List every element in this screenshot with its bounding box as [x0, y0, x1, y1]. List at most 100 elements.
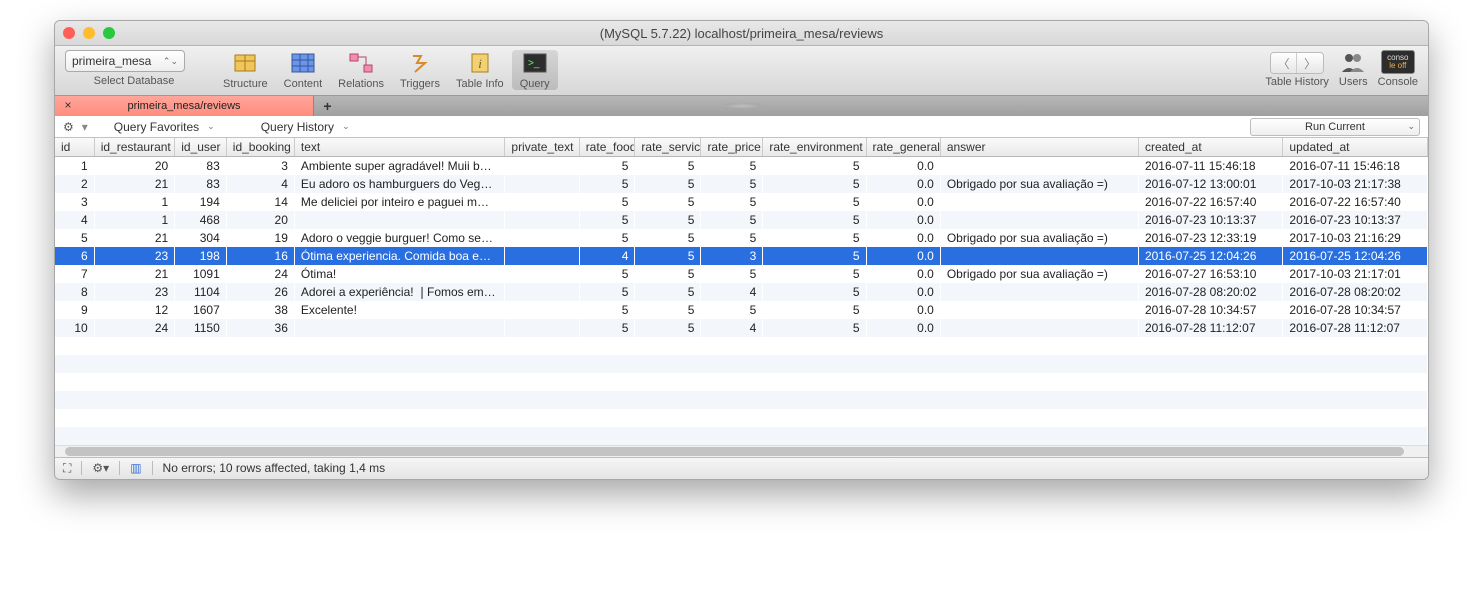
cell[interactable]: 4: [701, 283, 763, 301]
cell[interactable]: 20: [226, 211, 294, 229]
cell[interactable]: 21: [94, 175, 174, 193]
cell[interactable]: 5: [701, 175, 763, 193]
table-row[interactable]: 120833Ambiente super agradável! Muii b…5…: [55, 157, 1428, 175]
horizontal-scrollbar[interactable]: [55, 445, 1428, 457]
minimize-icon[interactable]: [83, 27, 95, 39]
cell[interactable]: 9: [55, 301, 94, 319]
cell[interactable]: 16: [226, 247, 294, 265]
cell[interactable]: 0.0: [866, 211, 940, 229]
cell[interactable]: 83: [175, 157, 227, 175]
column-header[interactable]: rate_general: [866, 138, 940, 157]
column-header[interactable]: id_booking: [226, 138, 294, 157]
cell[interactable]: 2016-07-25 12:04:26: [1138, 247, 1282, 265]
cell[interactable]: 5: [579, 265, 635, 283]
cell[interactable]: 21: [94, 265, 174, 283]
table-row[interactable]: 414682055550.02016-07-23 10:13:372016-07…: [55, 211, 1428, 229]
cell[interactable]: 5: [635, 229, 701, 247]
table-history-nav[interactable]: 〈 〉: [1270, 52, 1324, 74]
cell[interactable]: 20: [94, 157, 174, 175]
cell[interactable]: Ótima!: [294, 265, 505, 283]
column-header[interactable]: rate_food: [579, 138, 635, 157]
cell[interactable]: 5: [763, 229, 866, 247]
cell[interactable]: [294, 319, 505, 337]
cell[interactable]: 2: [55, 175, 94, 193]
cell[interactable]: 5: [635, 157, 701, 175]
cell[interactable]: 5: [579, 319, 635, 337]
run-current-button[interactable]: Run Current ⌄: [1250, 118, 1420, 136]
cell[interactable]: 2017-10-03 21:16:29: [1283, 229, 1428, 247]
gear-icon[interactable]: ⚙︎: [63, 120, 74, 134]
cell[interactable]: 5: [579, 193, 635, 211]
add-tab-button[interactable]: +: [313, 96, 341, 116]
cell[interactable]: 2016-07-25 12:04:26: [1283, 247, 1428, 265]
structure-button[interactable]: Structure: [215, 50, 276, 90]
close-tab-icon[interactable]: ×: [61, 98, 75, 112]
users-icon[interactable]: [1339, 50, 1367, 74]
cell[interactable]: 2016-07-12 13:00:01: [1138, 175, 1282, 193]
column-header[interactable]: rate_service: [635, 138, 701, 157]
cell[interactable]: 4: [226, 175, 294, 193]
cell[interactable]: 2016-07-23 10:13:37: [1283, 211, 1428, 229]
cell[interactable]: [940, 319, 1138, 337]
cell[interactable]: 4: [55, 211, 94, 229]
cell[interactable]: 5: [579, 283, 635, 301]
table-row[interactable]: 912160738Excelente!55550.02016-07-28 10:…: [55, 301, 1428, 319]
cell[interactable]: 2016-07-11 15:46:18: [1283, 157, 1428, 175]
query-history-dropdown[interactable]: Query History ⌄: [261, 120, 350, 134]
cell[interactable]: 38: [226, 301, 294, 319]
cell[interactable]: 304: [175, 229, 227, 247]
cell[interactable]: [940, 301, 1138, 319]
cell[interactable]: [505, 229, 579, 247]
cell[interactable]: 5: [701, 265, 763, 283]
results-grid[interactable]: idid_restaurantid_userid_bookingtextpriv…: [55, 138, 1428, 445]
table-row[interactable]: 721109124Ótima!55550.0Obrigado por sua a…: [55, 265, 1428, 283]
table-row[interactable]: 52130419Adoro o veggie burguer! Como se……: [55, 229, 1428, 247]
cell[interactable]: 0.0: [866, 157, 940, 175]
cell[interactable]: 5: [579, 229, 635, 247]
cell[interactable]: [505, 157, 579, 175]
cell[interactable]: [505, 175, 579, 193]
cell[interactable]: 83: [175, 175, 227, 193]
cell[interactable]: [940, 211, 1138, 229]
cell[interactable]: 2017-10-03 21:17:01: [1283, 265, 1428, 283]
cell[interactable]: [505, 301, 579, 319]
column-header[interactable]: updated_at: [1283, 138, 1428, 157]
cell[interactable]: 1: [94, 211, 174, 229]
cell[interactable]: 2016-07-23 12:33:19: [1138, 229, 1282, 247]
cell[interactable]: 24: [226, 265, 294, 283]
cell[interactable]: 2016-07-22 16:57:40: [1283, 193, 1428, 211]
cell[interactable]: 2016-07-27 16:53:10: [1138, 265, 1282, 283]
cell[interactable]: 4: [579, 247, 635, 265]
column-header[interactable]: id: [55, 138, 94, 157]
cell[interactable]: 5: [763, 211, 866, 229]
cell[interactable]: 194: [175, 193, 227, 211]
console-toggle[interactable]: conso le off: [1381, 50, 1415, 74]
content-button[interactable]: Content: [276, 50, 331, 90]
cell[interactable]: 2016-07-11 15:46:18: [1138, 157, 1282, 175]
cell[interactable]: [940, 193, 1138, 211]
cell[interactable]: 1: [94, 193, 174, 211]
cell[interactable]: 1607: [175, 301, 227, 319]
cell[interactable]: 0.0: [866, 283, 940, 301]
table-row[interactable]: 102411503655450.02016-07-28 11:12:072016…: [55, 319, 1428, 337]
column-header[interactable]: id_restaurant: [94, 138, 174, 157]
cell[interactable]: 1: [55, 157, 94, 175]
cell[interactable]: [940, 283, 1138, 301]
cell[interactable]: Excelente!: [294, 301, 505, 319]
cell[interactable]: 5: [701, 229, 763, 247]
cell[interactable]: Obrigado por sua avaliação =): [940, 265, 1138, 283]
cell[interactable]: 1091: [175, 265, 227, 283]
table-row[interactable]: 62319816Ótima experiencia. Comida boa e……: [55, 247, 1428, 265]
column-header[interactable]: id_user: [175, 138, 227, 157]
column-header[interactable]: rate_price: [701, 138, 763, 157]
cell[interactable]: Eu adoro os hamburguers do Veg…: [294, 175, 505, 193]
cell[interactable]: 5: [635, 301, 701, 319]
cell[interactable]: 14: [226, 193, 294, 211]
cell[interactable]: 5: [579, 211, 635, 229]
table-row[interactable]: 221834Eu adoro os hamburguers do Veg…555…: [55, 175, 1428, 193]
cell[interactable]: 5: [579, 157, 635, 175]
cell[interactable]: Obrigado por sua avaliação =): [940, 229, 1138, 247]
column-header[interactable]: text: [294, 138, 505, 157]
cell[interactable]: 5: [579, 301, 635, 319]
cell[interactable]: 23: [94, 283, 174, 301]
